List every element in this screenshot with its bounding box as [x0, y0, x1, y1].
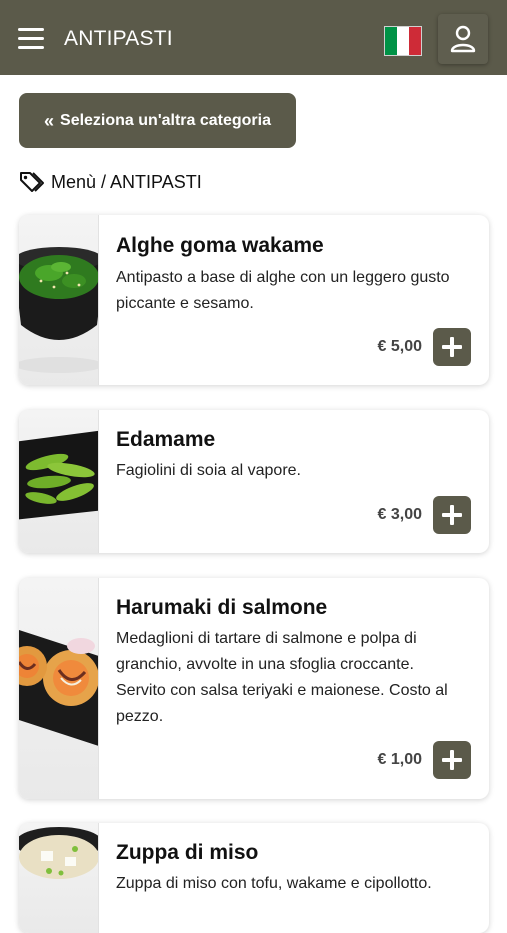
product-card-harumaki-di-salmone[interactable]: Harumaki di salmone Medaglioni di tartar…: [19, 578, 489, 799]
hamburger-menu-icon[interactable]: [18, 28, 44, 50]
product-description: Antipasto a base di alghe con un leggero…: [116, 269, 450, 312]
user-icon: [450, 25, 476, 53]
product-price: € 3,00: [377, 506, 422, 523]
product-price: € 1,00: [377, 751, 422, 768]
breadcrumb-text: Menù / ANTIPASTI: [51, 171, 202, 192]
product-description: Medaglioni di tartare di salmone e polpa…: [116, 630, 448, 725]
product-image: [19, 578, 99, 799]
page-title: ANTIPASTI: [64, 27, 173, 50]
product-description: Fagiolini di soia al vapore.: [116, 462, 301, 479]
product-image: [19, 823, 99, 933]
product-name: Alghe goma wakame: [116, 234, 324, 257]
add-to-cart-button[interactable]: [433, 496, 471, 534]
add-to-cart-button[interactable]: [433, 741, 471, 779]
user-account-button[interactable]: [438, 14, 488, 64]
top-app-bar: ANTIPASTI: [0, 0, 507, 75]
select-other-category-button[interactable]: « Seleziona un'altra categoria: [19, 93, 296, 148]
product-image: [19, 215, 99, 385]
product-image: [19, 410, 99, 553]
double-chevron-left-icon: «: [44, 110, 55, 131]
category-button-label: Seleziona un'altra categoria: [60, 111, 271, 129]
tags-icon: [20, 172, 44, 192]
product-name: Zuppa di miso: [116, 841, 259, 864]
product-name: Harumaki di salmone: [116, 596, 328, 619]
add-to-cart-button[interactable]: [433, 328, 471, 366]
breadcrumb: Menù / ANTIPASTI: [19, 170, 202, 194]
product-name: Edamame: [116, 428, 216, 451]
product-description: Zuppa di miso con tofu, wakame e cipollo…: [116, 875, 432, 892]
italy-flag-icon[interactable]: [384, 26, 422, 56]
product-card-zuppa-di-miso[interactable]: Zuppa di miso Zuppa di miso con tofu, wa…: [19, 823, 489, 933]
product-card-alghe-goma-wakame[interactable]: Alghe goma wakame Antipasto a base di al…: [19, 215, 489, 385]
product-card-edamame[interactable]: Edamame Fagiolini di soia al vapore. € 3…: [19, 410, 489, 553]
product-price: € 5,00: [377, 338, 422, 355]
